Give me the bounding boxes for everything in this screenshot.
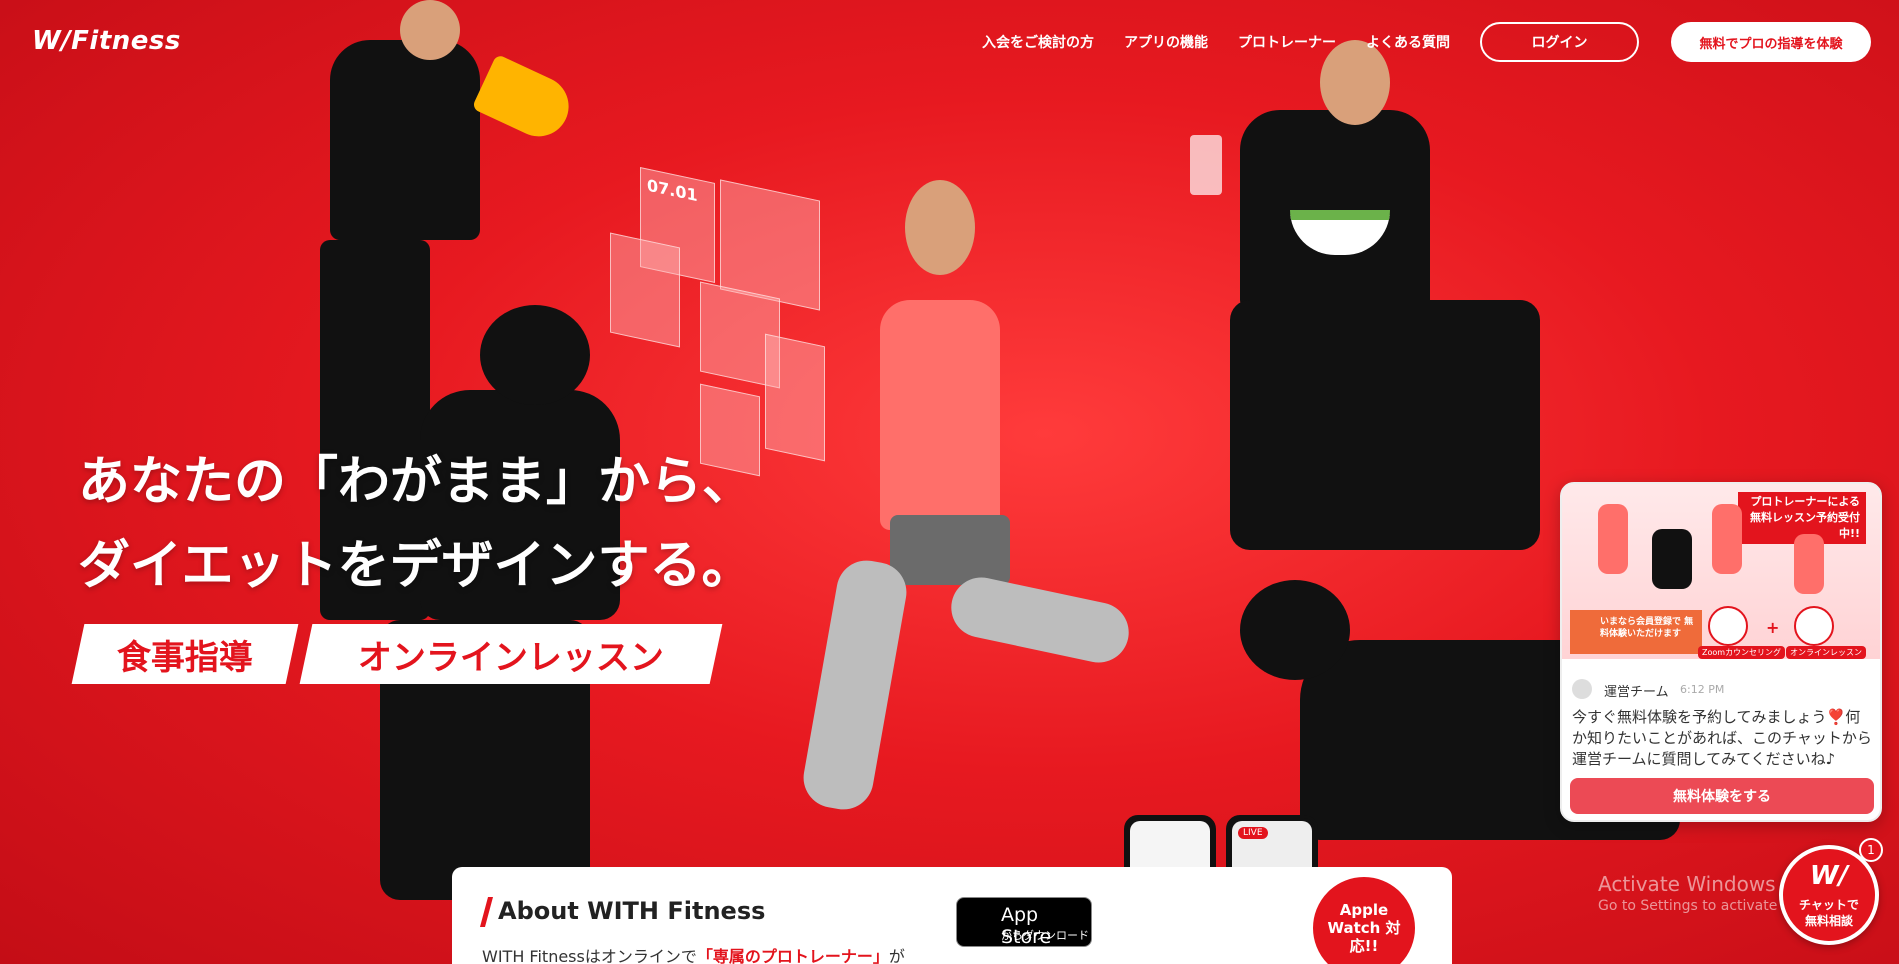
megaphone [471,53,579,147]
fab-logo: W/ [1809,861,1849,891]
nav-item-faq[interactable]: よくある質問 [1366,32,1450,52]
nav-item-app-features[interactable]: アプリの機能 [1124,32,1208,52]
free-trial-button[interactable]: 無料でプロの指導を体験 [1671,22,1871,62]
app-store-button[interactable]: App Store からダウンロード [956,897,1092,948]
about-card: About WITH Fitness WITH Fitnessはオンラインで「専… [452,867,1452,964]
label-zoom: Zoomカウンセリング [1698,646,1786,659]
trainer-pointing-hair [480,305,590,405]
chat-promo: いまなら会員登録で 無料体験いただけます [1570,610,1702,654]
trainer-megaphone-head [400,0,460,60]
about-highlight: 「専属のプロトレーナー」 [696,947,889,964]
banner-person [1598,504,1628,574]
fab-label: チャットで 無料相談 [1799,898,1859,928]
woman-leg-back [945,571,1135,669]
trainer-food-legs [1230,300,1540,550]
woman-leg-front [798,555,912,815]
holo-panel [610,232,680,348]
nav-item-pro-trainer[interactable]: プロトレーナー [1238,32,1336,52]
tag-online-lesson: オンラインレッスン [299,624,723,684]
chat-time: 6:12 PM [1680,683,1725,696]
label-lesson: オンラインレッスン [1786,646,1866,659]
tag-meal-guidance: 食事指導 [71,624,299,684]
banner-person [1652,529,1692,589]
login-button[interactable]: ログイン [1480,22,1639,62]
main-nav: 入会をご検討の方 アプリの機能 プロトレーナー よくある質問 [982,32,1450,52]
chat-text: 今すぐ無料体験を予約してみましょう❣️何か知りたいことがあれば、このチャットから… [1572,708,1872,768]
plus-icon: + [1766,618,1780,637]
woman-head [905,180,975,275]
banner-person [1794,534,1824,594]
chat-trial-button[interactable]: 無料体験をする [1570,778,1874,814]
notification-count: 1 [1859,838,1883,862]
woman-top [880,300,1000,530]
trainer-crouching-hair [1240,580,1350,680]
water-glass [1190,135,1222,195]
chat-widget[interactable]: プロトレーナーによる 無料レッスン予約受付中!! いまなら会員登録で 無料体験い… [1560,482,1882,822]
about-title: About WITH Fitness [498,897,766,925]
woman-shorts [890,515,1010,585]
holo-panel [765,333,825,462]
chat-sender: 運営チーム [1604,685,1669,700]
hero-headline-line2: ダイエットをデザインする。 [78,536,754,596]
online-lesson-icon [1794,606,1834,646]
trainer-food-head [1320,40,1390,125]
about-text: WITH Fitnessはオンラインで「専属のプロトレーナー」が [482,947,905,964]
live-badge: LIVE [1238,827,1268,839]
hero-headline-line1: あなたの「わがまま」から、 [78,452,755,512]
avatar [1572,679,1592,699]
logo[interactable]: W/Fitness [32,26,181,56]
hero-headline: あなたの「わがまま」から、 ダイエットをデザインする。 [78,440,754,608]
banner-person [1712,504,1742,574]
trainer-megaphone [330,40,480,240]
app-store-sub: からダウンロード [1001,929,1089,942]
chat-banner[interactable]: プロトレーナーによる 無料レッスン予約受付中!! いまなら会員登録で 無料体験い… [1562,484,1880,659]
nav-item-join[interactable]: 入会をご検討の方 [982,32,1094,52]
zoom-counseling-icon [1708,606,1748,646]
